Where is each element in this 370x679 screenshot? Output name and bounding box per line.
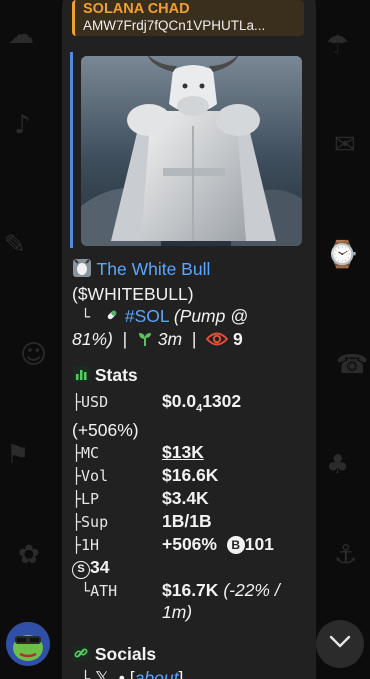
message-content: The White Bull ($WHITEBULL) └ #SOL (Pump… xyxy=(72,258,308,679)
tree-branch: ├ xyxy=(72,490,82,509)
tree-branch: ├ xyxy=(72,513,82,532)
socials-heading: Socials xyxy=(94,644,157,665)
lp-label: LP xyxy=(81,490,100,509)
reply-title: SOLANA CHAD xyxy=(83,1,190,17)
preview-image[interactable] xyxy=(81,56,302,246)
eye-icon xyxy=(205,330,229,352)
scroll-down-button[interactable] xyxy=(316,620,364,668)
sup-value: 1B/1B xyxy=(162,511,212,532)
vol-label: Vol xyxy=(81,467,109,486)
buys-icon: B xyxy=(226,536,245,555)
h1-buys: 101 xyxy=(244,534,274,555)
tree-branch: ├ xyxy=(72,444,82,463)
link-preview[interactable] xyxy=(70,52,306,248)
white-bull-image xyxy=(81,56,302,246)
sender-avatar[interactable] xyxy=(6,622,50,666)
ath-value: $16.7K xyxy=(162,580,219,601)
about-link[interactable]: about xyxy=(135,668,179,679)
h1-sells: 34 xyxy=(90,557,110,578)
tree-branch: └ xyxy=(72,308,100,326)
sup-label: Sup xyxy=(81,513,109,532)
view-count: 9 xyxy=(232,329,243,350)
vol-value: $16.6K xyxy=(162,465,219,486)
h1-value: +506% B 101 xyxy=(162,534,274,555)
mc-label: MC xyxy=(81,444,100,463)
tree-branch: ├ xyxy=(72,392,82,411)
link-icon xyxy=(72,644,90,667)
reply-text: AMW7Frdj7fQCn1VPHUTLa... xyxy=(83,18,266,33)
pump-prefix: (Pump @ xyxy=(173,306,248,326)
reply-preview[interactable]: SOLANA CHAD AMW7Frdj7fQCn1VPHUTLa... xyxy=(72,0,304,36)
token-ticker: ($WHITEBULL) xyxy=(72,284,194,304)
tree-branch: └ xyxy=(72,582,91,601)
ath-label: ATH xyxy=(90,582,118,601)
usd-label: USD xyxy=(81,392,109,411)
sells-icon: S xyxy=(72,561,90,580)
pill-icon xyxy=(104,306,120,328)
chart-icon xyxy=(72,365,90,388)
h1-label: 1H xyxy=(81,536,100,555)
token-age: 3m xyxy=(157,329,183,350)
chain-hashtag[interactable]: #SOL xyxy=(125,306,169,326)
chevron-down-icon xyxy=(329,635,351,654)
x-logo-icon[interactable]: 𝕏 xyxy=(95,668,109,679)
lp-value: $3.4K xyxy=(162,488,209,509)
tree-branch: ├ xyxy=(72,467,82,486)
usd-value: $0.041302 xyxy=(162,390,242,415)
message-bubble: SOLANA CHAD AMW7Frdj7fQCn1VPHUTLa... The… xyxy=(62,0,316,679)
stats-heading: Stats xyxy=(94,364,138,385)
mc-value[interactable]: $13K xyxy=(162,441,204,463)
tree-branch: ├ xyxy=(72,536,82,555)
usd-change: (+506%) xyxy=(72,420,139,441)
tree-branch: └ xyxy=(72,670,91,679)
token-name-link[interactable]: The White Bull xyxy=(97,259,211,279)
pump-percentage: 81%) xyxy=(72,329,113,350)
bull-icon xyxy=(72,258,92,283)
sprout-icon xyxy=(137,330,153,352)
